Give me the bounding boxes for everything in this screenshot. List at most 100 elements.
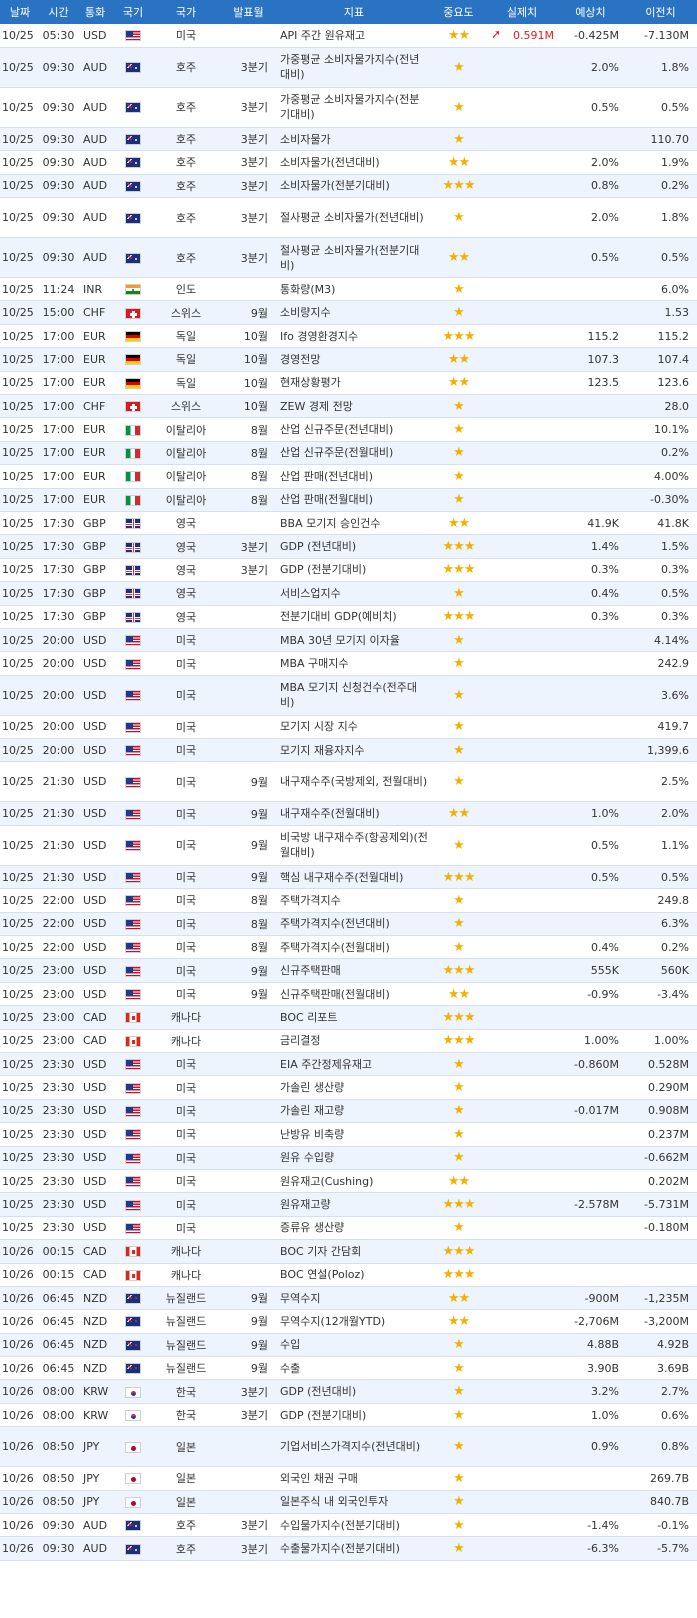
date-cell: 10/25 — [0, 865, 40, 890]
table-row[interactable]: 10/25 20:00 USD 미국 MBA 모기지 신청건수(전주대비) ★ 3.6% — [0, 675, 697, 716]
table-row[interactable]: 10/25 22:00 USD 미국 8월 주택가격지수(전월대비) ★ 0.4% 0.2% — [0, 935, 697, 960]
table-row[interactable]: 10/25 22:00 USD 미국 8월 주택가격지수(전년대비) ★ 6.3% — [0, 912, 697, 937]
table-row[interactable]: 10/26 09:30 AUD 호주 3분기 수입물가지수(전분기대비) ★ -1.4% -0.… — [0, 1513, 697, 1538]
forecast-cell — [557, 127, 624, 152]
currency-cell: KRW — [77, 1379, 113, 1404]
table-row[interactable]: 10/25 17:30 GBP 영국 3분기 GDP (전년대비) ★★★ 1.4% 1.5% — [0, 534, 697, 559]
currency-cell: USD — [77, 1052, 113, 1077]
table-row[interactable]: 10/25 23:30 USD 미국 가솔린 재고량 ★ -0.017M 0.908M — [0, 1099, 697, 1124]
table-row[interactable]: 10/25 17:00 EUR 이탈리아 8월 산업 판매(전년대비) ★ 4.00% — [0, 464, 697, 489]
currency-cell: USD — [77, 1075, 113, 1100]
table-row[interactable]: 10/25 23:30 USD 미국 가솔린 생산량 ★ 0.290M — [0, 1075, 697, 1100]
table-row[interactable]: 10/25 17:00 EUR 이탈리아 8월 산업 판매(전월대비) ★ -0.30% — [0, 488, 697, 512]
table-row[interactable]: 10/26 06:45 NZD 뉴질랜드 9월 수출 ★ 3.90B 3.69B — [0, 1356, 697, 1381]
table-row[interactable]: 10/25 21:30 USD 미국 9월 내구재수주(국방제외, 전월대비) ★ 2.5% — [0, 761, 697, 803]
forecast-cell — [557, 417, 624, 442]
time-cell: 09:30 — [40, 87, 77, 128]
table-row[interactable]: 10/26 06:45 NZD 뉴질랜드 9월 무역수지(12개월YTD) ★★ -2,706… — [0, 1309, 697, 1334]
table-row[interactable]: 10/25 20:00 USD 미국 MBA 30년 모기지 이자율 ★ 4.14% — [0, 628, 697, 653]
column-header[interactable]: 예상치 — [557, 0, 624, 24]
table-row[interactable]: 10/25 20:00 USD 미국 MBA 구매지수 ★ 242.9 — [0, 651, 697, 676]
flag-cell — [113, 347, 153, 372]
table-row[interactable]: 10/25 15:00 CHF 스위스 9월 소비량지수 ★ 1.53 — [0, 300, 697, 325]
table-row[interactable]: 10/25 05:30 USD 미국 API 주간 원유재고 ★★ ➚ 0.591M -0.42… — [0, 24, 697, 48]
table-row[interactable]: 10/25 23:00 USD 미국 9월 신규주택판매(전월대비) ★★ -0.9% -3.4… — [0, 982, 697, 1007]
flag-cell — [113, 24, 153, 48]
column-header[interactable]: 이전치 — [624, 0, 697, 24]
importance-star-icon: ★★★ — [442, 963, 476, 979]
table-row[interactable]: 10/25 20:00 USD 미국 모기지 시장 지수 ★ 419.7 — [0, 715, 697, 740]
column-header[interactable]: 지표 — [278, 0, 430, 24]
table-row[interactable]: 10/25 17:00 CHF 스위스 10월 ZEW 경제 전망 ★ 28.0 — [0, 394, 697, 419]
table-row[interactable]: 10/26 09:30 AUD 호주 3분기 수출물가지수(전분기대비) ★ -6.3% -5.… — [0, 1536, 697, 1561]
importance-cell: ★★★ — [430, 174, 487, 199]
table-row[interactable]: 10/25 17:00 EUR 이탈리아 8월 산업 신규주문(전월대비) ★ 0.2% — [0, 441, 697, 466]
column-header[interactable]: 실제치 — [487, 0, 557, 24]
table-row[interactable]: 10/25 23:00 CAD 캐나다 금리결정 ★★★ 1.00% 1.00% — [0, 1029, 697, 1054]
table-row[interactable]: 10/26 08:00 KRW 한국 3분기 GDP (전년대비) ★ 3.2% 2.7% — [0, 1379, 697, 1404]
importance-star-icon: ★★ — [447, 250, 470, 266]
table-row[interactable]: 10/25 23:00 CAD 캐나다 BOC 리포트 ★★★ — [0, 1005, 697, 1030]
actual-cell — [487, 675, 557, 716]
table-row[interactable]: 10/25 23:30 USD 미국 원유재고량 ★★★ -2.578M -5.731M — [0, 1192, 697, 1217]
table-row[interactable]: 10/25 11:24 INR 인도 통화량(M3) ★ 6.0% — [0, 277, 697, 302]
table-row[interactable]: 10/25 21:30 USD 미국 9월 핵심 내구재수주(전월대비) ★★★ 0.5% 0.… — [0, 865, 697, 890]
table-row[interactable]: 10/25 23:30 USD 미국 원유재고(Cushing) ★★ 0.202M — [0, 1169, 697, 1194]
table-row[interactable]: 10/25 20:00 USD 미국 모기지 재융자지수 ★ 1,399.6 — [0, 738, 697, 763]
importance-cell: ★ — [430, 417, 487, 442]
us-flag-icon — [125, 989, 141, 1001]
table-row[interactable]: 10/26 06:45 NZD 뉴질랜드 9월 수입 ★ 4.88B 4.92B — [0, 1333, 697, 1358]
date-cell: 10/25 — [0, 801, 40, 826]
column-header[interactable]: 날짜 — [0, 0, 40, 24]
table-row[interactable]: 10/25 09:30 AUD 호주 3분기 가중평균 소비자물가지수(전분기대비) ★ 0.… — [0, 87, 697, 128]
time-cell: 21:30 — [40, 825, 77, 866]
table-row[interactable]: 10/25 23:00 USD 미국 9월 신규주택판매 ★★★ 555K 560K — [0, 958, 697, 983]
table-row[interactable]: 10/25 23:30 USD 미국 원유 수입량 ★ -0.662M — [0, 1146, 697, 1170]
table-row[interactable]: 10/26 06:45 NZD 뉴질랜드 9월 무역수지 ★★ -900M -1,235M — [0, 1286, 697, 1311]
actual-cell — [487, 628, 557, 653]
flag-cell — [113, 127, 153, 152]
table-row[interactable]: 10/26 00:15 CAD 캐나다 BOC 연설(Poloz) ★★★ — [0, 1263, 697, 1287]
table-row[interactable]: 10/26 08:50 JPY 일본 외국인 채권 구매 ★ 269.7B — [0, 1466, 697, 1491]
table-row[interactable]: 10/25 17:00 EUR 독일 10월 현재상황평가 ★★ 123.5 123.6 — [0, 371, 697, 396]
importance-cell: ★ — [430, 912, 487, 937]
table-row[interactable]: 10/26 08:00 KRW 한국 3분기 GDP (전분기대비) ★ 1.0% 0.6% — [0, 1403, 697, 1428]
table-row[interactable]: 10/25 23:30 USD 미국 증류유 생산량 ★ -0.180M — [0, 1216, 697, 1241]
column-header[interactable]: 국기 — [113, 0, 153, 24]
australia-flag-icon — [125, 134, 141, 146]
table-row[interactable]: 10/25 17:30 GBP 영국 3분기 GDP (전분기대비) ★★★ 0.3% 0.3% — [0, 558, 697, 583]
table-row[interactable]: 10/26 08:50 JPY 일본 기업서비스가격지수(전년대비) ★ 0.9% 0.8% — [0, 1426, 697, 1468]
table-row[interactable]: 10/26 00:15 CAD 캐나다 BOC 기자 간담회 ★★★ — [0, 1239, 697, 1264]
date-cell: 10/25 — [0, 324, 40, 349]
table-row[interactable]: 10/25 09:30 AUD 호주 3분기 소비자물가(전년대비) ★★ 2.0% 1.9% — [0, 150, 697, 175]
table-row[interactable]: 10/25 09:30 AUD 호주 3분기 절사평균 소비자물가(전분기대비) ★★ 0.5… — [0, 237, 697, 279]
time-cell: 23:30 — [40, 1216, 77, 1241]
table-row[interactable]: 10/25 17:00 EUR 독일 10월 Ifo 경영환경지수 ★★★ 115.2 115.… — [0, 324, 697, 349]
table-row[interactable]: 10/25 23:30 USD 미국 난방유 비축량 ★ 0.237M — [0, 1122, 697, 1147]
column-header[interactable]: 발표월 — [219, 0, 278, 24]
table-row[interactable]: 10/25 21:30 USD 미국 9월 내구재수주(전월대비) ★★ 1.0% 2.0% — [0, 801, 697, 826]
date-cell: 10/26 — [0, 1379, 40, 1404]
column-header[interactable]: 통화 — [77, 0, 113, 24]
table-row[interactable]: 10/25 17:00 EUR 독일 10월 경영전망 ★★ 107.3 107.4 — [0, 347, 697, 372]
table-row[interactable]: 10/25 09:30 AUD 호주 3분기 가중평균 소비자물가지수(전년대비) ★ 2.0… — [0, 47, 697, 88]
column-header[interactable]: 중요도 — [430, 0, 487, 24]
period-cell: 9월 — [219, 825, 278, 866]
table-row[interactable]: 10/25 17:00 EUR 이탈리아 8월 산업 신규주문(전년대비) ★ 10.1% — [0, 417, 697, 442]
table-row[interactable]: 10/25 23:30 USD 미국 EIA 주간정제유재고 ★ -0.860M 0.528M — [0, 1052, 697, 1077]
table-row[interactable]: 10/25 17:30 GBP 영국 서비스업지수 ★ 0.4% 0.5% — [0, 581, 697, 606]
table-row[interactable]: 10/25 17:30 GBP 영국 전분기대비 GDP(예비치) ★★★ 0.3% 0.3% — [0, 605, 697, 629]
time-cell: 08:00 — [40, 1403, 77, 1428]
table-row[interactable]: 10/25 17:30 GBP 영국 BBA 모기지 승인건수 ★★ 41.9K 41.8K — [0, 511, 697, 536]
table-row[interactable]: 10/25 09:30 AUD 호주 3분기 소비자물가 ★ 110.70 — [0, 127, 697, 152]
importance-star-icon: ★ — [453, 1470, 465, 1486]
column-header[interactable]: 시간 — [40, 0, 77, 24]
table-row[interactable]: 10/25 21:30 USD 미국 9월 비국방 내구재수주(항공제외)(전월대비) ★ 0… — [0, 825, 697, 866]
table-row[interactable]: 10/25 09:30 AUD 호주 3분기 절사평균 소비자물가(전년대비) ★ 2.0% 1… — [0, 197, 697, 239]
column-header[interactable]: 국가 — [153, 0, 219, 24]
importance-star-icon: ★ — [453, 1407, 465, 1423]
date-cell: 10/25 — [0, 1192, 40, 1217]
table-row[interactable]: 10/25 09:30 AUD 호주 3분기 소비자물가(전분기대비) ★★★ 0.8% 0.2… — [0, 174, 697, 199]
table-row[interactable]: 10/25 22:00 USD 미국 8월 주택가격지수 ★ 249.8 — [0, 888, 697, 913]
table-row[interactable]: 10/26 08:50 JPY 일본 일본주식 내 외국인투자 ★ 840.7B — [0, 1490, 697, 1515]
